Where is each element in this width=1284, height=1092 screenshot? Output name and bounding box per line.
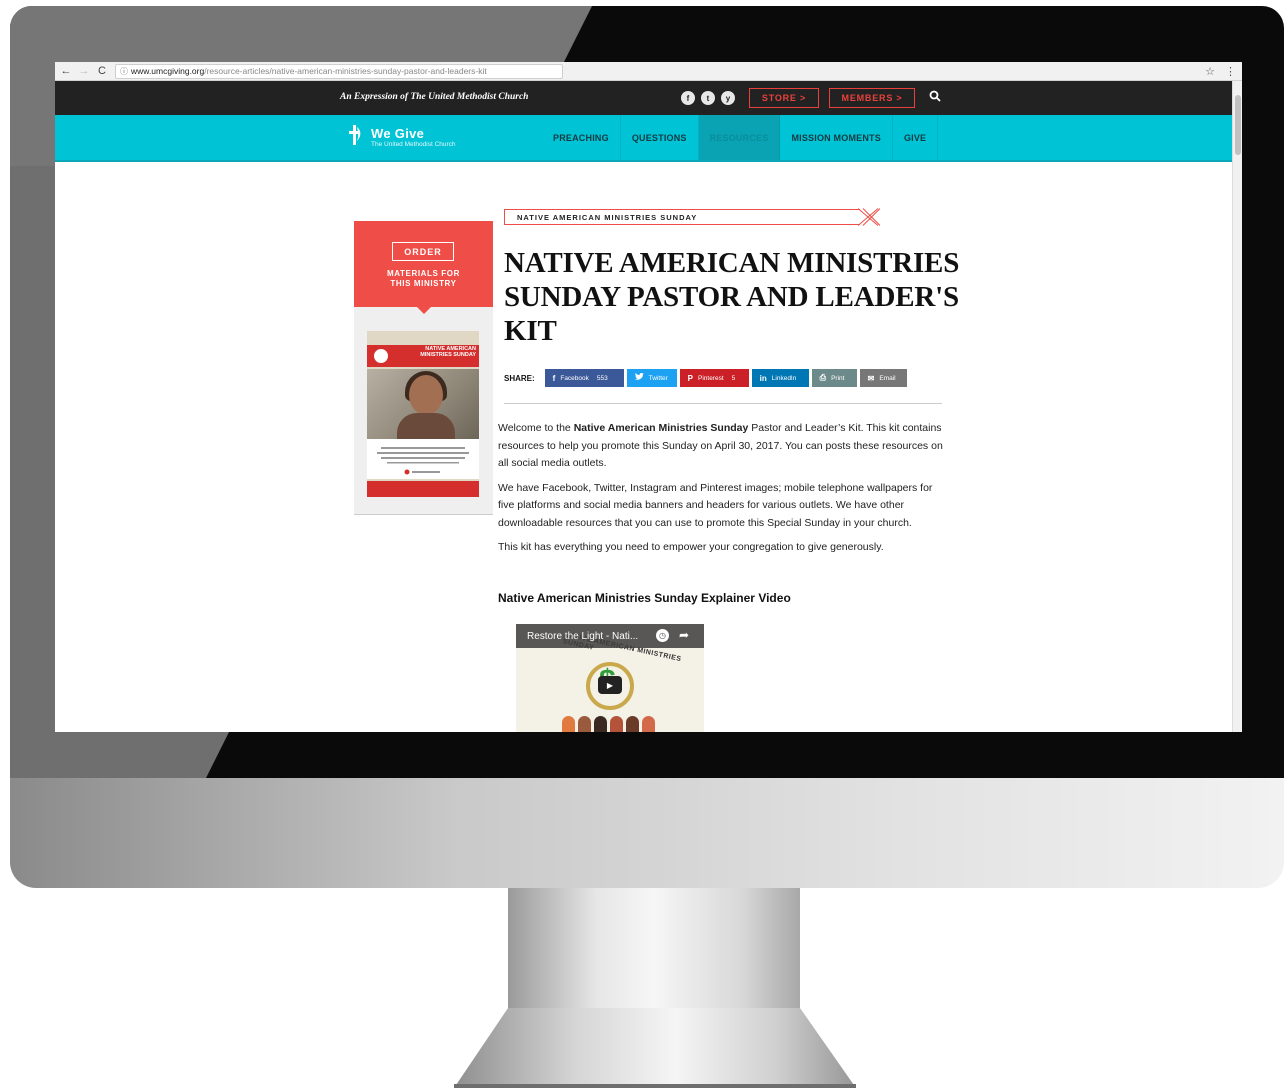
- share-twitter-label: Twitter: [648, 374, 668, 382]
- share-pinterest-label: Pinterest: [698, 374, 724, 382]
- address-bar[interactable]: ⓘ www.umcgiving.org /resource-articles/n…: [115, 63, 563, 79]
- utility-bar: An Expression of The United Methodist Ch…: [55, 81, 1242, 115]
- share-arrow-icon[interactable]: ➦: [679, 628, 689, 642]
- order-panel: ORDER MATERIALS FOR THIS MINISTRY: [354, 221, 493, 314]
- video-person: [642, 716, 655, 732]
- store-button[interactable]: STORE >: [749, 88, 819, 108]
- share-pinterest-button[interactable]: P Pinterest 5: [679, 369, 749, 387]
- share-linkedin-label: LinkedIn: [771, 374, 797, 382]
- page-scrollbar[interactable]: [1232, 81, 1242, 732]
- video-title[interactable]: Restore the Light - Nati...: [527, 631, 638, 642]
- poster-quote-area: [367, 439, 479, 479]
- poster-title-line-2: MINISTRIES SUNDAY: [420, 352, 476, 358]
- nav-item-give[interactable]: GIVE: [893, 115, 939, 160]
- forward-icon[interactable]: →: [77, 65, 91, 77]
- order-subtitle: MATERIALS FOR THIS MINISTRY: [354, 269, 493, 289]
- order-subtitle-line-1: MATERIALS FOR: [387, 269, 460, 278]
- logo-title: We Give: [371, 126, 425, 141]
- share-email-button[interactable]: ✉ Email: [859, 369, 907, 387]
- video-person: [578, 716, 591, 732]
- nav-item-questions[interactable]: QUESTIONS: [621, 115, 699, 160]
- tagline: An Expression of The United Methodist Ch…: [340, 92, 529, 102]
- linkedin-icon: in: [759, 373, 767, 383]
- play-icon[interactable]: ▶: [598, 676, 622, 694]
- poster-footer: [367, 481, 479, 497]
- social-links: f t y: [681, 91, 735, 105]
- facebook-icon[interactable]: f: [681, 91, 695, 105]
- share-facebook-label: Facebook: [560, 374, 589, 382]
- nav-item-mission-moments[interactable]: MISSION MOMENTS: [780, 115, 893, 160]
- category-label[interactable]: NATIVE AMERICAN MINISTRIES SUNDAY: [504, 209, 860, 225]
- nav-item-resources[interactable]: RESOURCES: [698, 115, 781, 160]
- print-icon: ⎙: [819, 373, 827, 382]
- poster-title: NATIVE AMERICAN MINISTRIES SUNDAY: [420, 346, 476, 358]
- we-give-logo[interactable]: We Give The United Methodist Church: [347, 123, 456, 151]
- paragraph-intro: Welcome to the Native American Ministrie…: [498, 420, 950, 473]
- cross-flame-icon: [347, 123, 363, 151]
- twitter-icon[interactable]: t: [701, 91, 715, 105]
- page-title: NATIVE AMERICAN MINISTRIES SUNDAY PASTOR…: [504, 247, 960, 347]
- scrollbar-thumb[interactable]: [1235, 95, 1241, 155]
- order-subtitle-line-2: THIS MINISTRY: [390, 279, 457, 288]
- share-print-button[interactable]: ⎙ Print: [811, 369, 857, 387]
- members-button[interactable]: MEMBERS >: [829, 88, 915, 108]
- poster-person-body: [397, 413, 455, 441]
- back-icon[interactable]: ←: [59, 65, 73, 77]
- youtube-icon[interactable]: y: [721, 91, 735, 105]
- screen: ← → C ⓘ www.umcgiving.org /resource-arti…: [55, 62, 1242, 732]
- poster-seal-icon: [372, 347, 390, 365]
- article-body: Welcome to the Native American Ministrie…: [498, 420, 950, 564]
- video-person: [610, 716, 623, 732]
- share-email-label: Email: [879, 374, 896, 382]
- intro-text-bold: Native American Ministries Sunday: [573, 422, 749, 434]
- paragraph-closing: This kit has everything you need to empo…: [498, 541, 884, 553]
- nav-menu: PREACHING QUESTIONS RESOURCES MISSION MO…: [542, 115, 939, 160]
- share-twitter-button[interactable]: Twitter: [626, 369, 677, 387]
- monitor-chin: [10, 778, 1284, 888]
- desktop-mockup: ← → C ⓘ www.umcgiving.org /resource-arti…: [0, 0, 1284, 1092]
- share-facebook-count: 553: [596, 374, 608, 382]
- twitter-icon: [634, 373, 644, 383]
- poster-person-face: [409, 375, 443, 415]
- divider: [504, 403, 942, 404]
- paragraph-resources: We have Facebook, Twitter, Instagram and…: [498, 481, 933, 529]
- order-sidebar: ORDER MATERIALS FOR THIS MINISTRY NATIVE…: [354, 221, 493, 515]
- reload-icon[interactable]: C: [95, 65, 109, 77]
- video-person: [626, 716, 639, 732]
- share-pinterest-count: 5: [731, 374, 736, 382]
- search-icon[interactable]: [929, 90, 941, 105]
- browser-menu-icon[interactable]: ⋮: [1225, 65, 1236, 78]
- nav-item-preaching[interactable]: PREACHING: [542, 115, 621, 160]
- bookmark-star-icon[interactable]: ☆: [1205, 65, 1215, 78]
- share-bar: SHARE: f Facebook 553 Twitter P Pinteres…: [504, 369, 910, 387]
- intro-text-a: Welcome to the: [498, 422, 574, 434]
- video-person: [562, 716, 575, 732]
- share-linkedin-button[interactable]: in LinkedIn: [751, 369, 809, 387]
- order-button[interactable]: ORDER: [392, 242, 454, 261]
- browser-toolbar: ← → C ⓘ www.umcgiving.org /resource-arti…: [55, 62, 1242, 81]
- email-icon: ✉: [867, 373, 875, 383]
- logo-subtitle: The United Methodist Church: [371, 141, 456, 148]
- watch-later-icon[interactable]: ◷: [656, 629, 669, 642]
- video-people: [562, 716, 655, 732]
- url-host: www.umcgiving.org: [131, 66, 205, 76]
- category-x-decoration-icon: [858, 208, 880, 226]
- video-embed[interactable]: NATIVE AMERICAN MINISTRIES SUNDAY $ ▶ Re…: [516, 624, 704, 732]
- poster-image[interactable]: NATIVE AMERICAN MINISTRIES SUNDAY: [367, 331, 479, 497]
- monitor-foot-edge: [454, 1084, 856, 1088]
- facebook-icon: f: [552, 373, 556, 383]
- main-navigation: We Give The United Methodist Church PREA…: [55, 115, 1242, 162]
- share-print-label: Print: [831, 374, 845, 382]
- monitor-neck: [508, 888, 800, 1008]
- info-icon[interactable]: ⓘ: [120, 66, 128, 77]
- monitor-foot: [454, 1008, 856, 1088]
- video-heading: Native American Ministries Sunday Explai…: [498, 591, 791, 605]
- url-path: /resource-articles/native-american-minis…: [204, 66, 487, 76]
- pinterest-icon: P: [687, 373, 694, 383]
- video-person: [594, 716, 607, 732]
- share-facebook-button[interactable]: f Facebook 553: [544, 369, 624, 387]
- share-label: SHARE:: [504, 373, 535, 383]
